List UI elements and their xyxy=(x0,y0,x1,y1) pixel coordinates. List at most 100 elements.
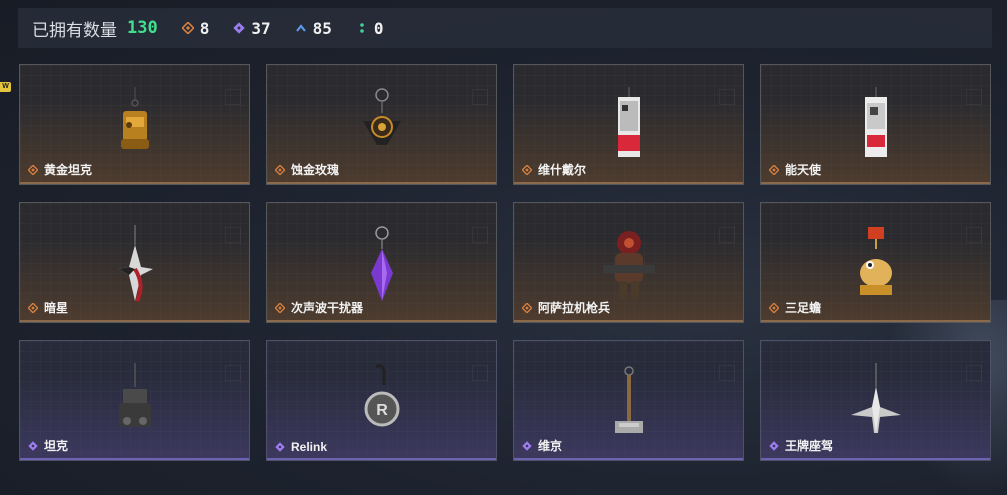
rose-charm-icon xyxy=(362,88,401,145)
gunner-figure-charm-icon xyxy=(602,231,655,299)
item-name-label: 阿萨拉机枪兵 xyxy=(538,301,611,315)
purple-crystal-charm-icon xyxy=(370,226,393,301)
rarity-bar xyxy=(514,458,743,460)
rarity-bar xyxy=(267,320,496,322)
toad-charm-icon xyxy=(859,227,892,295)
rarity-bar xyxy=(20,320,249,322)
card-corner-decoration xyxy=(225,89,241,105)
item-name-label: 次声波干扰器 xyxy=(291,301,364,315)
orange-rarity-icon xyxy=(769,164,779,175)
jet-charm-icon xyxy=(850,363,901,433)
purple-rarity-icon xyxy=(28,440,38,451)
relink-charm-icon: R xyxy=(364,364,399,427)
stat-purple-value: 37 xyxy=(251,18,271,38)
item-card[interactable]: 次声波干扰器 xyxy=(266,202,497,323)
item-name: 蚀金玫瑰 xyxy=(275,161,339,178)
orange-rarity-icon xyxy=(769,302,779,313)
rarity-bar xyxy=(20,182,249,184)
stat-orange: 8 xyxy=(181,18,210,38)
item-card[interactable]: 蚀金玫瑰 xyxy=(266,64,497,185)
card-corner-decoration xyxy=(966,365,982,381)
item-name: 维什戴尔 xyxy=(522,161,586,178)
orange-rarity-icon xyxy=(522,164,532,175)
stat-orange-value: 8 xyxy=(199,18,210,38)
card-corner-decoration xyxy=(966,89,982,105)
purple-rarity-icon xyxy=(522,440,532,451)
golden-tank-charm-icon xyxy=(120,87,149,149)
item-name-label: Relink xyxy=(291,440,328,454)
rarity-bar xyxy=(20,458,249,460)
card-corner-decoration xyxy=(719,89,735,105)
purple-rarity-icon xyxy=(275,442,285,452)
orange-rarity-icon xyxy=(28,302,38,313)
card-corner-decoration xyxy=(719,227,735,243)
owned-count-label: 已拥有数量 xyxy=(32,20,117,40)
item-card[interactable]: 黄金坦克 xyxy=(19,64,250,185)
rarity-bar xyxy=(267,458,496,460)
item-card[interactable]: 维京 xyxy=(513,340,744,461)
dark-star-charm-icon xyxy=(118,225,153,302)
card-corner-decoration xyxy=(472,89,488,105)
stat-purple: 37 xyxy=(233,18,271,38)
hammer-charm-icon xyxy=(614,366,643,433)
rarity-bar xyxy=(761,458,990,460)
card-corner-decoration xyxy=(966,227,982,243)
item-name-label: 维京 xyxy=(538,439,563,453)
new-badge: W xyxy=(0,82,11,92)
svg-text:R: R xyxy=(376,402,388,419)
item-name-label: 坦克 xyxy=(44,439,69,453)
card-corner-decoration xyxy=(225,227,241,243)
orange-rarity-icon xyxy=(522,302,532,313)
item-name-label: 黄金坦克 xyxy=(44,163,93,177)
item-name: 坦克 xyxy=(28,437,68,454)
rarity-bar xyxy=(514,320,743,322)
owned-count-bar: 已拥有数量 130 8 37 85 0 xyxy=(18,8,992,48)
item-card[interactable]: 王牌座驾 xyxy=(760,340,991,461)
item-name: 能天使 xyxy=(769,161,821,178)
item-name: 三足蟾 xyxy=(769,299,821,316)
item-card[interactable]: 维什戴尔 xyxy=(513,64,744,185)
item-card[interactable]: 能天使 xyxy=(760,64,991,185)
purple-rarity-icon xyxy=(769,440,779,451)
item-card[interactable]: 坦克 xyxy=(19,340,250,461)
rarity-bar xyxy=(514,182,743,184)
item-name-label: 蚀金玫瑰 xyxy=(291,163,340,177)
owned-count-value: 130 xyxy=(127,18,158,38)
green-dots-icon xyxy=(360,23,364,33)
item-name: 黄金坦克 xyxy=(28,161,92,178)
purple-diamond-icon xyxy=(233,22,246,34)
orange-rarity-icon xyxy=(28,164,38,175)
item-name-label: 三足蟾 xyxy=(785,301,822,315)
rarity-bar xyxy=(761,320,990,322)
rarity-bar xyxy=(761,182,990,184)
item-name: Relink xyxy=(275,440,327,454)
item-name-label: 能天使 xyxy=(785,163,822,177)
item-card[interactable]: R Relink xyxy=(266,340,497,461)
stat-blue-value: 85 xyxy=(312,18,332,38)
card-corner-decoration xyxy=(719,365,735,381)
rarity-bar xyxy=(267,182,496,184)
item-name: 阿萨拉机枪兵 xyxy=(522,299,610,316)
stat-blue: 85 xyxy=(295,19,332,38)
item-name: 次声波干扰器 xyxy=(275,299,363,316)
item-card[interactable]: 三足蟾 xyxy=(760,202,991,323)
item-name: 暗星 xyxy=(28,299,68,316)
blue-chevron-icon xyxy=(295,24,306,32)
item-card[interactable]: 暗星 xyxy=(19,202,250,323)
card-charm-white-icon xyxy=(864,87,887,157)
item-name-label: 维什戴尔 xyxy=(538,163,587,177)
orange-rarity-icon xyxy=(275,302,285,313)
item-name-label: 王牌座驾 xyxy=(785,439,834,453)
item-card[interactable]: 阿萨拉机枪兵 xyxy=(513,202,744,323)
card-charm-red-icon xyxy=(617,87,640,157)
tank-charm-icon xyxy=(118,363,151,427)
item-name: 王牌座驾 xyxy=(769,437,833,454)
item-name: 维京 xyxy=(522,437,562,454)
card-corner-decoration xyxy=(225,365,241,381)
card-corner-decoration xyxy=(472,365,488,381)
stat-green-value: 0 xyxy=(373,18,384,38)
stat-green: 0 xyxy=(356,19,384,38)
item-name-label: 暗星 xyxy=(44,301,69,315)
charm-grid: 黄金坦克 蚀金玫瑰 维什戴尔 能天使 暗星 次声波干扰器 阿萨拉机枪兵 三足蟾 … xyxy=(19,64,991,461)
orange-rarity-icon xyxy=(275,164,285,175)
